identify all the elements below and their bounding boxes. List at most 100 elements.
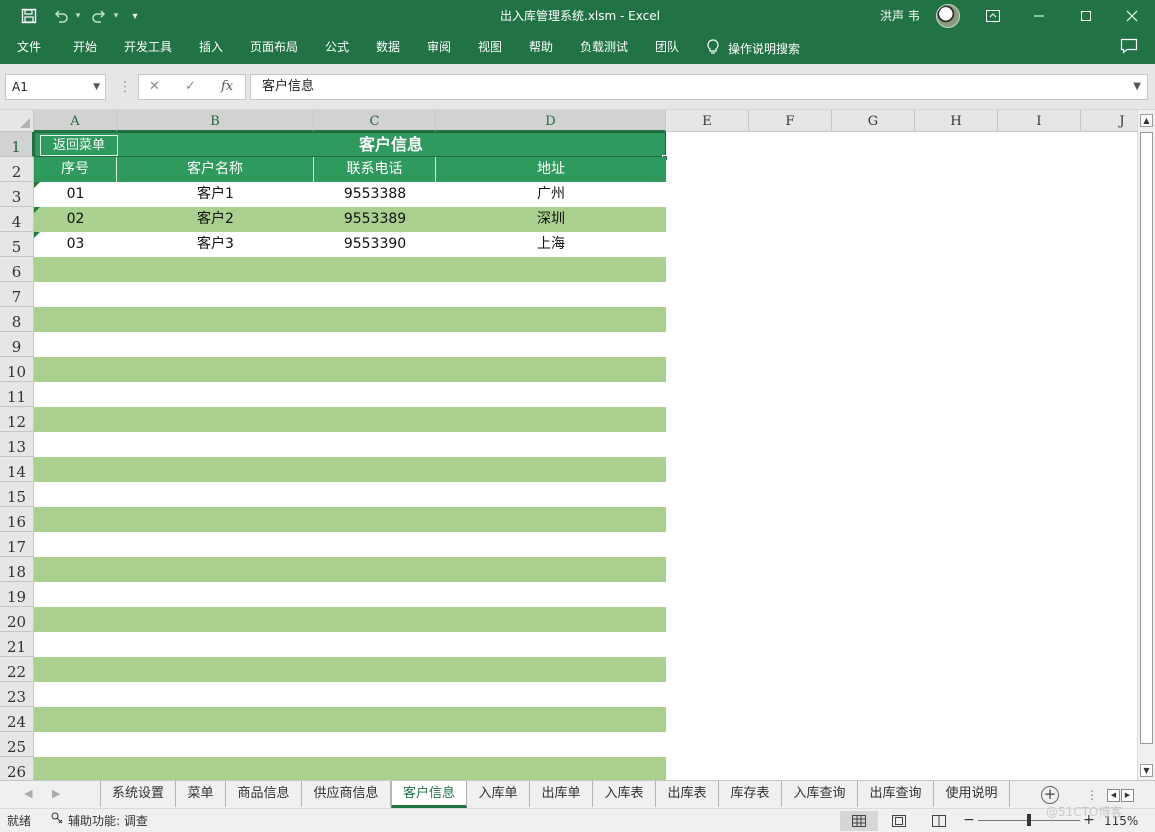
cell-address[interactable]: 深圳 (436, 207, 666, 232)
comment-icon[interactable] (1120, 38, 1144, 58)
header-address[interactable]: 地址 (436, 157, 666, 182)
cell-serial[interactable]: 03 (34, 232, 117, 257)
chevron-down-icon[interactable]: ▼ (93, 75, 100, 99)
formula-input[interactable]: 客户信息 ▼ (250, 74, 1148, 100)
column-header-h[interactable]: H (915, 110, 998, 132)
vertical-scrollbar[interactable]: ▲ ▼ (1137, 110, 1155, 780)
redo-dropdown-icon[interactable]: ▾ (110, 0, 122, 32)
sheet-tab-suppliers[interactable]: 供应商信息 (302, 781, 391, 807)
cell-customer-name[interactable]: 客户3 (117, 232, 314, 257)
hscroll-right-icon[interactable]: ▶ (1121, 789, 1134, 802)
cell-customer-name[interactable]: 客户2 (117, 207, 314, 232)
customize-quick-access-icon[interactable]: ▾ (128, 0, 142, 32)
sheet-tab-instructions[interactable]: 使用说明 (934, 781, 1010, 807)
avatar[interactable] (936, 4, 960, 28)
normal-view-icon[interactable] (840, 811, 878, 831)
row-header-7[interactable]: 7 (0, 282, 34, 307)
accessibility-status[interactable]: 辅助功能: 调查 (50, 809, 148, 832)
sheet-tab-system-settings[interactable]: 系统设置 (100, 781, 176, 807)
tell-me-search[interactable]: 操作说明搜索 (706, 32, 800, 64)
sheet-tab-inbound-query[interactable]: 入库查询 (782, 781, 858, 807)
row-header-17[interactable]: 17 (0, 532, 34, 557)
column-header-b[interactable]: B (117, 110, 314, 132)
sheet-tab-customers[interactable]: 客户信息 (391, 781, 467, 808)
save-icon[interactable] (16, 0, 42, 32)
scroll-up-icon[interactable]: ▲ (1140, 114, 1153, 127)
row-header-21[interactable]: 21 (0, 632, 34, 657)
sheet-tab-outbound-slip[interactable]: 出库单 (530, 781, 593, 807)
cell-phone[interactable]: 9553389 (314, 207, 436, 232)
cell-address[interactable]: 上海 (436, 232, 666, 257)
row-header-24[interactable]: 24 (0, 707, 34, 732)
splitter-icon[interactable]: ⋮ (118, 74, 132, 100)
column-header-i[interactable]: I (998, 110, 1081, 132)
row-header-13[interactable]: 13 (0, 432, 34, 457)
row-header-2[interactable]: 2 (0, 157, 34, 182)
expand-formula-icon[interactable]: ▼ (1133, 75, 1141, 99)
name-box[interactable]: A1 ▼ (5, 74, 106, 100)
row-header-12[interactable]: 12 (0, 407, 34, 432)
undo-icon[interactable] (48, 0, 74, 32)
close-icon[interactable] (1109, 0, 1155, 32)
sheet-tab-outbound-query[interactable]: 出库查询 (858, 781, 934, 807)
tab-home[interactable]: 开始 (64, 32, 106, 64)
cell-phone[interactable]: 9553388 (314, 182, 436, 207)
tab-view[interactable]: 视图 (469, 32, 511, 64)
tab-review[interactable]: 审阅 (418, 32, 460, 64)
row-header-25[interactable]: 25 (0, 732, 34, 757)
row-header-9[interactable]: 9 (0, 332, 34, 357)
cell-address[interactable]: 广州 (436, 182, 666, 207)
tab-load-test[interactable]: 负载测试 (573, 32, 635, 64)
row-header-5[interactable]: 5 (0, 232, 34, 257)
sheet-tab-outbound-table[interactable]: 出库表 (656, 781, 719, 807)
scroll-thumb[interactable] (1140, 132, 1153, 744)
column-header-g[interactable]: G (832, 110, 915, 132)
cell-serial[interactable]: 01 (34, 182, 117, 207)
add-sheet-icon[interactable]: + (1041, 786, 1059, 804)
row-header-16[interactable]: 16 (0, 507, 34, 532)
row-header-10[interactable]: 10 (0, 357, 34, 382)
cell-serial[interactable]: 02 (34, 207, 117, 232)
sheet-tab-inventory[interactable]: 库存表 (719, 781, 782, 807)
scroll-tabs-right-icon[interactable]: ▶ (52, 781, 60, 809)
cancel-icon[interactable]: ✕ (149, 75, 160, 99)
tab-insert[interactable]: 插入 (190, 32, 232, 64)
page-layout-view-icon[interactable] (880, 811, 918, 831)
row-header-3[interactable]: 3 (0, 182, 34, 207)
zoom-out-icon[interactable]: − (963, 809, 975, 831)
row-header-8[interactable]: 8 (0, 307, 34, 332)
column-header-d[interactable]: D (436, 110, 666, 132)
back-to-menu-button[interactable]: 返回菜单 (40, 135, 118, 156)
column-header-a[interactable]: A (34, 110, 117, 132)
insert-function-icon[interactable]: fx (221, 75, 233, 99)
row-header-22[interactable]: 22 (0, 657, 34, 682)
row-header-18[interactable]: 18 (0, 557, 34, 582)
tab-developer[interactable]: 开发工具 (118, 32, 178, 64)
redo-icon[interactable] (86, 0, 112, 32)
row-header-19[interactable]: 19 (0, 582, 34, 607)
user-name[interactable]: 洪声 韦 (880, 0, 920, 32)
sheet-tab-inbound-slip[interactable]: 入库单 (467, 781, 530, 807)
cell-customer-name[interactable]: 客户1 (117, 182, 314, 207)
header-serial-no[interactable]: 序号 (34, 157, 117, 182)
cell-phone[interactable]: 9553390 (314, 232, 436, 257)
worksheet-grid[interactable]: A B C D E F G H I J 1 2 3 4 5 6 7 8 9 10… (0, 110, 1155, 780)
row-header-4[interactable]: 4 (0, 207, 34, 232)
minimize-icon[interactable] (1016, 0, 1062, 32)
page-break-preview-icon[interactable] (920, 811, 958, 831)
maximize-icon[interactable] (1063, 0, 1109, 32)
undo-dropdown-icon[interactable]: ▾ (72, 0, 84, 32)
zoom-slider-knob[interactable] (1027, 814, 1031, 826)
column-header-c[interactable]: C (314, 110, 436, 132)
tab-formulas[interactable]: 公式 (316, 32, 358, 64)
row-header-1[interactable]: 1 (0, 132, 34, 157)
sheet-tab-menu[interactable]: 菜单 (176, 781, 226, 807)
enter-icon[interactable]: ✓ (185, 75, 196, 99)
column-header-e[interactable]: E (666, 110, 749, 132)
hscroll-left-icon[interactable]: ◀ (1107, 789, 1120, 802)
sheet-tab-inbound-table[interactable]: 入库表 (593, 781, 656, 807)
row-header-6[interactable]: 6 (0, 257, 34, 282)
tab-data[interactable]: 数据 (367, 32, 409, 64)
tab-team[interactable]: 团队 (646, 32, 688, 64)
row-header-14[interactable]: 14 (0, 457, 34, 482)
